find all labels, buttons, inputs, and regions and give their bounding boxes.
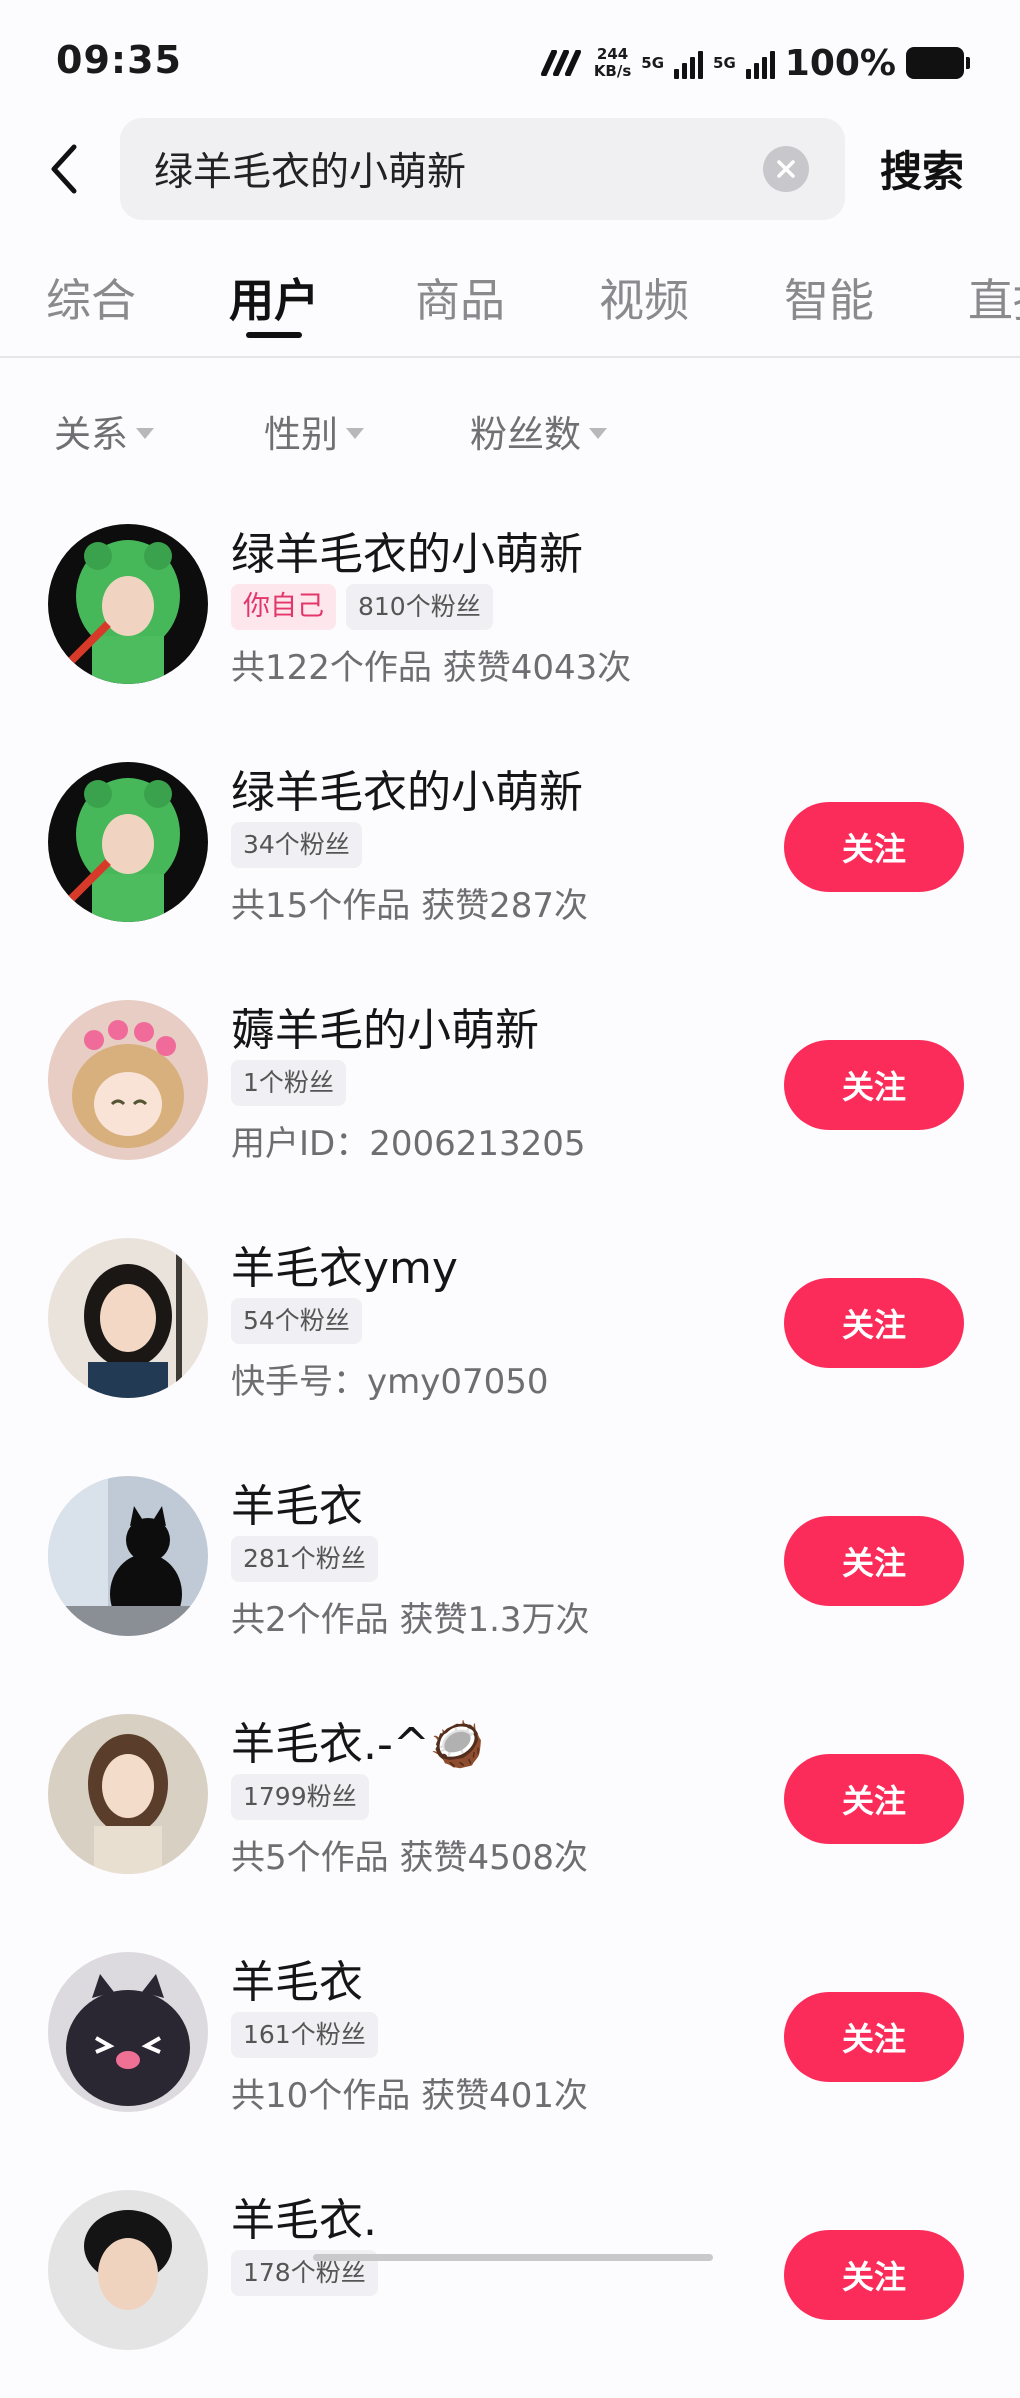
search-query[interactable]: 绿羊毛衣的小萌新	[154, 141, 466, 197]
tab-users[interactable]: 用户	[229, 264, 319, 329]
battery-percent: 100%	[784, 42, 896, 84]
user-row[interactable]: 羊毛衣. 178个粉丝 关注	[0, 2160, 1020, 2398]
close-icon	[777, 160, 795, 178]
caret-down-icon	[136, 427, 154, 439]
search-input[interactable]: 绿羊毛衣的小萌新	[120, 118, 845, 220]
status-bar: 09:35 244 KB/s 5G 5G 100%	[0, 0, 1020, 110]
user-meta: 共2个作品 获赞1.3万次	[231, 1600, 590, 1640]
filter-relation-label: 关系	[54, 413, 128, 456]
chevron-left-icon	[51, 144, 77, 194]
user-tags: 161个粉丝	[231, 2012, 378, 2058]
speed-unit: KB/s	[593, 62, 632, 80]
follow-button[interactable]: 关注	[784, 1040, 964, 1130]
tab-smart[interactable]: 智能	[784, 264, 874, 329]
user-name[interactable]: 羊毛衣.	[231, 2184, 377, 2248]
filter-relation[interactable]: 关系	[54, 404, 154, 458]
user-row[interactable]: 绿羊毛衣的小萌新 34个粉丝 共15个作品 获赞287次 关注	[0, 732, 1020, 970]
user-meta: 用户ID：2006213205	[231, 1124, 586, 1164]
follow-button[interactable]: 关注	[784, 1992, 964, 2082]
active-tab-indicator	[246, 332, 302, 338]
filter-gender-label: 性别	[264, 413, 338, 456]
user-row[interactable]: 羊毛衣 281个粉丝 共2个作品 获赞1.3万次 关注	[0, 1446, 1020, 1684]
filter-followers[interactable]: 粉丝数	[470, 404, 607, 458]
follow-button[interactable]: 关注	[784, 2230, 964, 2320]
status-icons: 244 KB/s 5G 5G 100%	[540, 38, 970, 88]
follow-button[interactable]: 关注	[784, 1516, 964, 1606]
tab-comprehensive[interactable]: 综合	[46, 264, 136, 329]
user-row[interactable]: 羊毛衣.-^🥥 1799粉丝 共5个作品 获赞4508次 关注	[0, 1684, 1020, 1922]
follow-button[interactable]: 关注	[784, 802, 964, 892]
user-meta: 共5个作品 获赞4508次	[231, 1838, 588, 1878]
avatar[interactable]	[48, 2190, 208, 2350]
self-badge: 你自己	[231, 584, 336, 630]
tab-live[interactable]: 直播	[968, 264, 1020, 329]
filter-gender[interactable]: 性别	[264, 404, 364, 458]
caret-down-icon	[589, 427, 607, 439]
user-name[interactable]: 羊毛衣.-^🥥	[231, 1708, 485, 1772]
avatar[interactable]	[48, 762, 208, 922]
user-row[interactable]: 羊毛衣 161个粉丝 共10个作品 获赞401次 关注	[0, 1922, 1020, 2160]
speed-value: 244	[596, 45, 629, 63]
user-row[interactable]: 羊毛衣ymy 54个粉丝 快手号：ymy07050 关注	[0, 1208, 1020, 1446]
fans-count: 281个粉丝	[231, 1536, 378, 1582]
signal-icon-1	[674, 47, 704, 79]
battery-icon	[906, 47, 970, 79]
user-tags: 1799粉丝	[231, 1774, 369, 1820]
caret-down-icon	[346, 427, 364, 439]
user-name[interactable]: 羊毛衣	[231, 1470, 363, 1534]
home-indicator[interactable]	[313, 2254, 713, 2261]
tab-videos[interactable]: 视频	[599, 264, 689, 329]
fans-count: 161个粉丝	[231, 2012, 378, 2058]
user-tags: 1个粉丝	[231, 1060, 346, 1106]
network-type-1: 5G	[641, 54, 665, 72]
user-meta: 共10个作品 获赞401次	[231, 2076, 588, 2116]
avatar[interactable]	[48, 1476, 208, 1636]
status-time: 09:35	[56, 38, 182, 82]
fans-count: 810个粉丝	[346, 584, 493, 630]
avatar[interactable]	[48, 1238, 208, 1398]
user-name[interactable]: 薅羊毛的小萌新	[231, 994, 539, 1058]
network-speed: 244 KB/s	[594, 46, 631, 80]
back-button[interactable]	[36, 132, 92, 206]
filter-followers-label: 粉丝数	[470, 413, 581, 456]
follow-button[interactable]: 关注	[784, 1278, 964, 1368]
signal-icon-2	[745, 47, 775, 79]
fans-count: 1799粉丝	[231, 1774, 369, 1820]
user-name[interactable]: 羊毛衣	[231, 1946, 363, 2010]
avatar[interactable]	[48, 1714, 208, 1874]
user-row[interactable]: 绿羊毛衣的小萌新 你自己 810个粉丝 共122个作品 获赞4043次	[0, 494, 1020, 732]
user-tags: 281个粉丝	[231, 1536, 378, 1582]
fans-count: 54个粉丝	[231, 1298, 362, 1344]
avatar[interactable]	[48, 1000, 208, 1160]
fans-count: 1个粉丝	[231, 1060, 346, 1106]
result-tabs: 综合 用户 商品 视频 智能 直播	[0, 248, 1020, 358]
clear-search-button[interactable]	[763, 146, 809, 192]
user-name[interactable]: 绿羊毛衣的小萌新	[231, 518, 583, 582]
user-meta: 快手号：ymy07050	[231, 1362, 549, 1402]
avatar[interactable]	[48, 1952, 208, 2112]
user-name[interactable]: 羊毛衣ymy	[231, 1232, 458, 1296]
fans-count: 34个粉丝	[231, 822, 362, 868]
network-type-2: 5G	[713, 54, 736, 72]
user-name[interactable]: 绿羊毛衣的小萌新	[231, 756, 583, 820]
user-row[interactable]: 薅羊毛的小萌新 1个粉丝 用户ID：2006213205 关注	[0, 970, 1020, 1208]
tab-products[interactable]: 商品	[415, 264, 505, 329]
user-tags: 你自己 810个粉丝	[231, 584, 493, 630]
user-meta: 共122个作品 获赞4043次	[231, 648, 632, 688]
avatar[interactable]	[48, 524, 208, 684]
user-tags: 54个粉丝	[231, 1298, 362, 1344]
user-meta: 共15个作品 获赞287次	[231, 886, 588, 926]
search-button[interactable]: 搜索	[880, 138, 964, 199]
follow-button[interactable]: 关注	[784, 1754, 964, 1844]
nfc-icon	[540, 50, 581, 76]
user-tags: 34个粉丝	[231, 822, 362, 868]
